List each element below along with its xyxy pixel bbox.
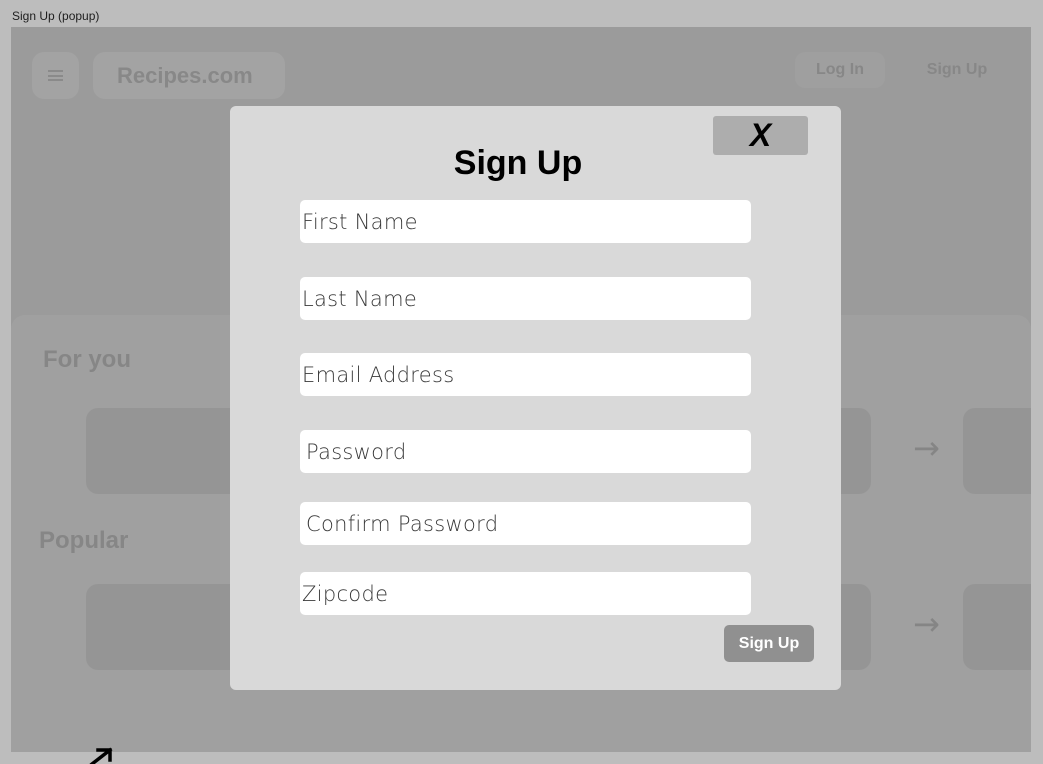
recipe-card[interactable] <box>963 584 1031 670</box>
signup-submit-button[interactable]: Sign Up <box>724 625 814 662</box>
signup-modal: X Sign Up Sign Up <box>230 106 841 690</box>
recipe-card[interactable] <box>963 408 1031 494</box>
last-name-field[interactable] <box>300 277 751 320</box>
section-title-popular: Popular <box>39 527 129 554</box>
arrow-up-right-icon <box>89 747 113 764</box>
arrow-right-icon[interactable]: → <box>913 429 940 467</box>
arrow-right-icon[interactable]: → <box>913 605 940 643</box>
confirm-password-field[interactable] <box>300 502 751 545</box>
menu-button[interactable] <box>32 52 79 99</box>
password-field[interactable] <box>300 430 751 473</box>
email-field[interactable] <box>300 353 751 396</box>
frame-label: Sign Up (popup) <box>12 9 100 23</box>
section-title-for-you: For you <box>43 346 131 373</box>
site-logo[interactable]: Recipes.com <box>93 52 285 99</box>
hamburger-menu-icon <box>48 70 63 81</box>
login-button[interactable]: Log In <box>795 52 885 88</box>
signup-link[interactable]: Sign Up <box>907 52 1007 88</box>
zipcode-field[interactable] <box>300 572 751 615</box>
first-name-field[interactable] <box>300 200 751 243</box>
modal-title: Sign Up <box>453 144 583 182</box>
